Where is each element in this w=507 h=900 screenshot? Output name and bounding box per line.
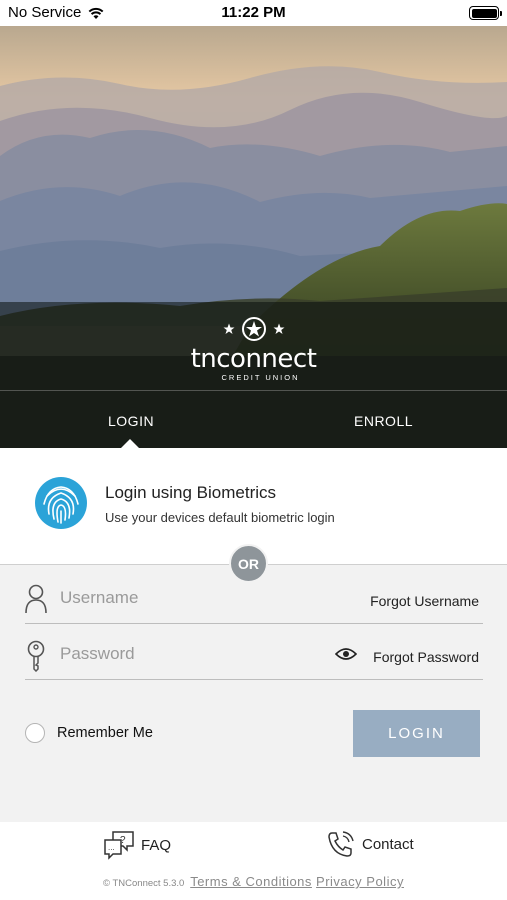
contact-link[interactable]: Contact — [326, 830, 414, 858]
fingerprint-icon — [35, 477, 87, 529]
remember-me-toggle[interactable] — [25, 723, 45, 743]
password-field[interactable]: Forgot Password — [25, 634, 483, 680]
eye-icon[interactable] — [335, 647, 357, 661]
phone-icon — [328, 831, 354, 857]
faq-link[interactable]: ? ... FAQ — [103, 830, 171, 860]
or-divider-badge: OR — [229, 544, 268, 583]
forgot-password-link[interactable]: Forgot Password — [373, 649, 479, 665]
footer: ? ... FAQ Contact © TNConnect 5.3.0 Term… — [0, 822, 507, 900]
logo-stars — [0, 316, 507, 342]
remember-me[interactable]: Remember Me — [25, 723, 153, 743]
faq-icon: ? ... — [104, 831, 134, 860]
star-icon — [223, 323, 234, 334]
star-icon — [273, 323, 284, 334]
biometric-subtitle: Use your devices default biometric login — [105, 510, 335, 525]
battery-icon — [469, 6, 502, 20]
faq-label: FAQ — [141, 836, 172, 854]
key-icon — [27, 640, 45, 672]
login-button[interactable]: LOGIN — [353, 710, 480, 757]
remember-me-label: Remember Me — [57, 725, 153, 741]
username-field[interactable]: Forgot Username — [25, 578, 483, 624]
brand-logo: tnconnect CREDIT UNION — [0, 316, 507, 382]
clock: 11:22 PM — [221, 4, 286, 21]
tab-login[interactable]: LOGIN — [108, 413, 154, 429]
forgot-username-link[interactable]: Forgot Username — [370, 593, 479, 609]
biometric-title: Login using Biometrics — [105, 483, 277, 502]
brand-subtitle: CREDIT UNION — [221, 373, 300, 382]
terms-link[interactable]: Terms & Conditions — [190, 874, 312, 889]
contact-label: Contact — [362, 835, 414, 853]
app-version: © TNConnect 5.3.0 — [103, 878, 185, 889]
star-seal-icon — [241, 317, 266, 341]
hero-banner: tnconnect CREDIT UNION LOGIN ENROLL — [0, 26, 507, 448]
auth-tabs: LOGIN ENROLL — [0, 390, 507, 448]
active-tab-indicator — [121, 439, 139, 448]
status-bar: No Service 11:22 PM — [0, 0, 507, 26]
password-input[interactable] — [60, 644, 320, 664]
svg-text:...: ... — [108, 843, 115, 852]
legal-links: © TNConnect 5.3.0 Terms & Conditions Pri… — [0, 874, 507, 889]
tab-enroll[interactable]: ENROLL — [354, 413, 413, 429]
brand-name: tnconnect — [190, 344, 317, 374]
privacy-link[interactable]: Privacy Policy — [316, 874, 404, 889]
username-input[interactable] — [60, 588, 320, 608]
user-icon — [25, 584, 47, 614]
